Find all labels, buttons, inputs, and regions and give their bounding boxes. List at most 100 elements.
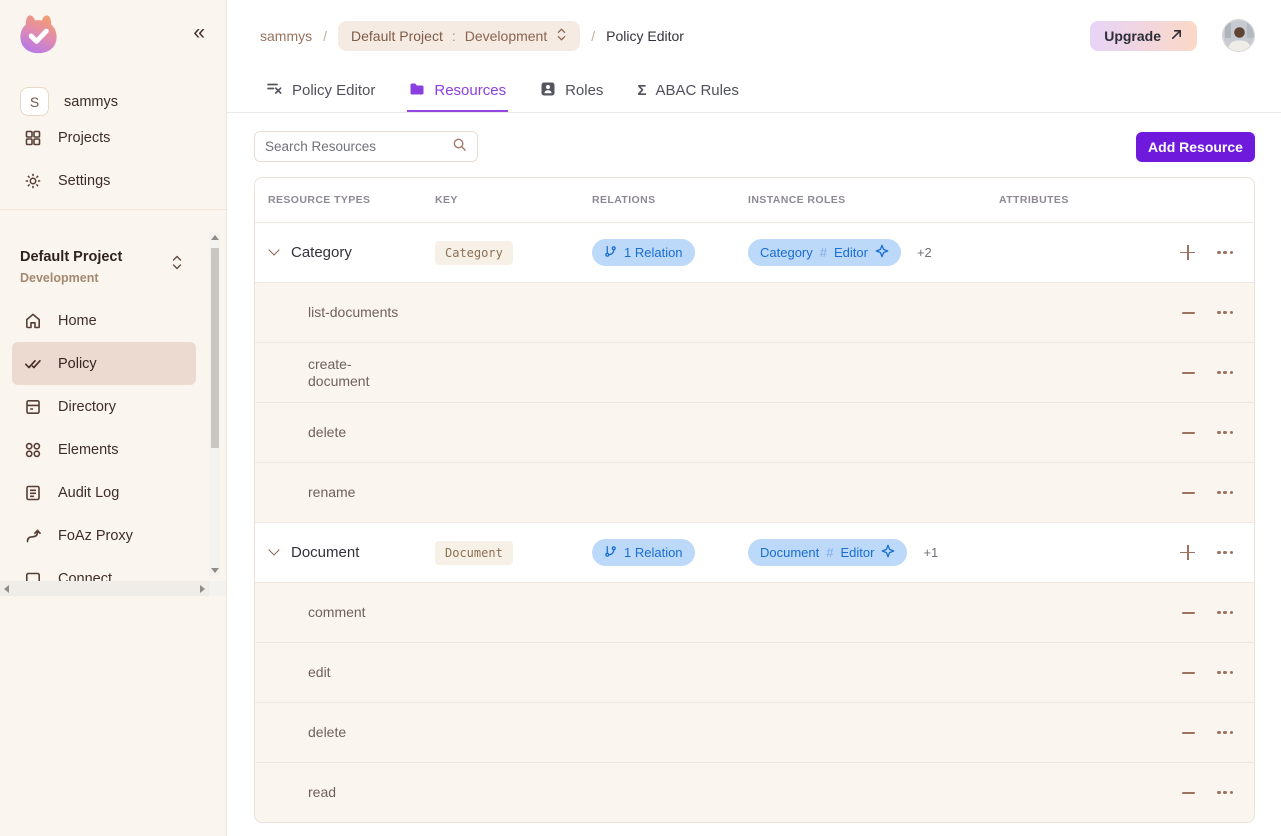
remove-action-button[interactable] [1182, 725, 1195, 741]
ellipsis-icon [1217, 671, 1233, 675]
org-avatar: S [20, 87, 49, 116]
search-box[interactable] [254, 131, 478, 162]
action-name: create-document [308, 356, 405, 390]
action-row: read [255, 762, 1254, 822]
row-menu-button[interactable] [1217, 305, 1233, 321]
policy-editor-icon [266, 80, 283, 101]
remove-action-button[interactable] [1182, 785, 1195, 801]
ellipsis-icon [1217, 791, 1233, 795]
resource-name: Category [291, 244, 352, 261]
sidebar-item-directory[interactable]: Directory [12, 385, 196, 428]
main-content: sammys / Default Project : Development /… [227, 0, 1281, 836]
remove-action-button[interactable] [1182, 605, 1195, 621]
breadcrumb-org[interactable]: sammys [260, 28, 312, 44]
tab-abac-rules[interactable]: Σ ABAC Rules [635, 71, 740, 112]
sidebar-divider [0, 209, 226, 210]
scroll-right-arrow-icon[interactable] [200, 585, 205, 593]
instance-role-resource: Category [760, 245, 813, 260]
elements-icon [24, 441, 42, 459]
collapse-sidebar-button[interactable]: « [193, 22, 202, 43]
instance-role-badge[interactable]: Document#Editor [748, 539, 907, 566]
relations-badge[interactable]: 1 Relation [592, 239, 695, 266]
search-input[interactable] [265, 139, 444, 154]
chevron-down-icon[interactable] [268, 244, 279, 255]
extra-roles-count[interactable]: +1 [923, 545, 938, 560]
sidebar-item-label: Audit Log [58, 485, 119, 501]
sidebar-item-foaz-proxy[interactable]: FoAz Proxy [12, 514, 196, 557]
minus-icon [1182, 792, 1195, 794]
arrow-up-right-icon [1170, 28, 1183, 44]
remove-action-button[interactable] [1182, 665, 1195, 681]
minus-icon [1182, 372, 1195, 374]
sidebar-item-policy[interactable]: Policy [12, 342, 196, 385]
column-header: ATTRIBUTES [999, 194, 1145, 206]
minus-icon [1182, 672, 1195, 674]
sidebar-item-label: Elements [58, 442, 118, 458]
scroll-left-arrow-icon[interactable] [4, 585, 9, 593]
row-menu-button[interactable] [1217, 665, 1233, 681]
ellipsis-icon [1217, 311, 1233, 315]
app-root: « S sammys Projects Settings [0, 0, 1281, 836]
extra-roles-count[interactable]: +2 [917, 245, 932, 260]
row-menu-button[interactable] [1217, 365, 1233, 381]
remove-action-button[interactable] [1182, 305, 1195, 321]
sidebar-item-label: Policy [58, 356, 97, 372]
ellipsis-icon [1217, 431, 1233, 435]
sidebar-item-home[interactable]: Home [12, 299, 196, 342]
resource-name: Document [291, 544, 359, 561]
action-row: delete [255, 702, 1254, 762]
add-resource-button[interactable]: Add Resource [1136, 132, 1255, 162]
resource-row-document: Document Document 1 Relation Document#E [255, 522, 1254, 582]
add-action-button[interactable] [1180, 245, 1195, 261]
action-row: comment [255, 582, 1254, 642]
tab-policy-editor[interactable]: Policy Editor [264, 71, 377, 112]
scrollbar-thumb[interactable] [211, 248, 219, 448]
relation-branch-icon [604, 545, 617, 561]
gear-icon [24, 172, 42, 190]
tab-roles[interactable]: Roles [538, 71, 605, 112]
relations-badge[interactable]: 1 Relation [592, 539, 695, 566]
scroll-down-arrow-icon[interactable] [211, 568, 219, 573]
tab-resources[interactable]: Resources [407, 71, 508, 112]
sidebar-scroll-area: Default Project Development Home [0, 226, 226, 596]
remove-action-button[interactable] [1182, 425, 1195, 441]
sidebar-horizontal-scrollbar[interactable] [0, 581, 209, 596]
row-menu-button[interactable] [1217, 605, 1233, 621]
remove-action-button[interactable] [1182, 485, 1195, 501]
sidebar-item-settings[interactable]: Settings [0, 159, 226, 202]
breadcrumb-project: Default Project [351, 28, 443, 44]
user-avatar[interactable] [1222, 19, 1255, 52]
column-header: INSTANCE ROLES [748, 194, 999, 206]
row-menu-button[interactable] [1217, 425, 1233, 441]
grid-icon [24, 129, 42, 147]
folder-icon [409, 81, 425, 101]
row-menu-button[interactable] [1217, 545, 1233, 561]
add-action-button[interactable] [1180, 545, 1195, 561]
row-menu-button[interactable] [1217, 245, 1233, 261]
remove-action-button[interactable] [1182, 365, 1195, 381]
minus-icon [1182, 312, 1195, 314]
row-menu-button[interactable] [1217, 785, 1233, 801]
sidebar-item-projects[interactable]: Projects [0, 116, 226, 159]
row-menu-button[interactable] [1217, 725, 1233, 741]
upgrade-button[interactable]: Upgrade [1090, 21, 1197, 51]
project-environment-switcher[interactable]: Default Project Development [0, 226, 226, 285]
sidebar-item-label: Home [58, 313, 97, 329]
sidebar-item-elements[interactable]: Elements [12, 428, 196, 471]
minus-icon [1182, 492, 1195, 494]
breadcrumb: sammys / Default Project : Development /… [260, 21, 684, 51]
sidebar-vertical-scrollbar[interactable] [209, 232, 220, 576]
chevron-down-icon[interactable] [268, 544, 279, 555]
instance-role-badge[interactable]: Category # Editor [748, 239, 901, 266]
scroll-up-arrow-icon[interactable] [211, 235, 219, 240]
breadcrumb-project-pill[interactable]: Default Project : Development [338, 21, 580, 51]
row-menu-button[interactable] [1217, 485, 1233, 501]
action-row: edit [255, 642, 1254, 702]
org-switcher[interactable]: S sammys [0, 87, 226, 116]
resources-toolbar: Add Resource [227, 113, 1281, 162]
instance-role-name: Editor [834, 245, 868, 260]
instance-role-hash: # [820, 245, 827, 260]
ellipsis-icon [1217, 251, 1233, 255]
sidebar-item-audit-log[interactable]: Audit Log [12, 471, 196, 514]
ellipsis-icon [1217, 491, 1233, 495]
